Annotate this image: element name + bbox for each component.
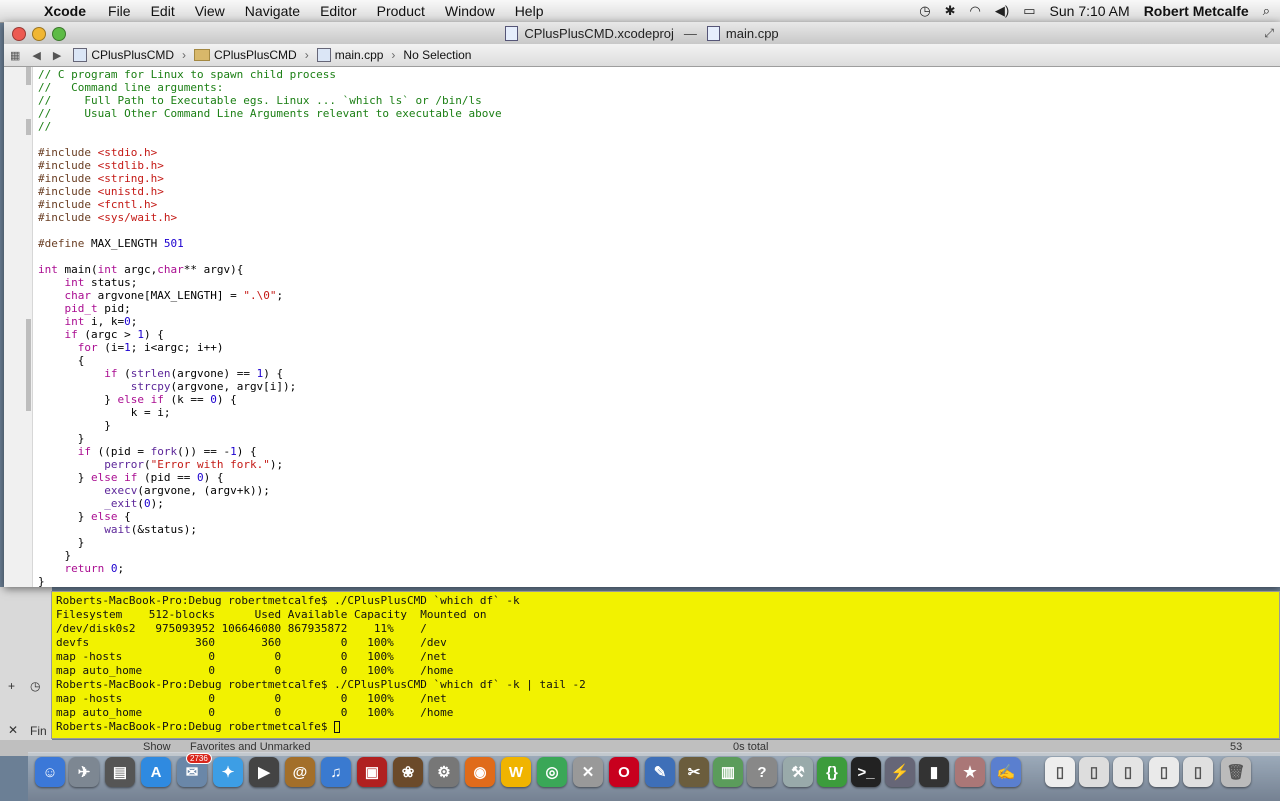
app-store-icon[interactable]: A xyxy=(141,757,171,787)
breadcrumb-group[interactable]: CPlusPlusCMD xyxy=(188,48,303,62)
breadcrumb-file[interactable]: main.cpp xyxy=(311,48,390,62)
menu-bar: Xcode File Edit View Navigate Editor Pro… xyxy=(0,0,1280,23)
utility-icon[interactable]: ⚡ xyxy=(885,757,915,787)
breadcrumb-chevron-icon: › xyxy=(182,48,187,62)
document-icon[interactable]: ▯ xyxy=(1183,757,1213,787)
brackets-icon[interactable]: {} xyxy=(817,757,847,787)
dock: ☺ ✈ ▤ A ✉ ✦ ▶ @ ♫ ▣ ❀ ⚙ ◉ W ◎ ✕ O ✎ ✂ ▥? ⚒{} >_ ⚡ ▮ ★ ✍ ▯ ▯ ▯ ▯ ▯ 🗑 2736 xyxy=(28,752,1280,801)
title-separator: — xyxy=(683,25,697,41)
zoom-window-button[interactable] xyxy=(52,27,66,41)
app-menu[interactable]: Xcode xyxy=(40,3,98,19)
preview-icon[interactable]: ▥ xyxy=(713,757,743,787)
breadcrumb-selection[interactable]: No Selection xyxy=(397,48,477,62)
safari-icon[interactable]: ✦ xyxy=(213,757,243,787)
battery-icon[interactable]: ▭ xyxy=(1023,3,1035,19)
breadcrumb-chevron-icon: › xyxy=(304,48,309,62)
photo-booth-icon[interactable]: ▣ xyxy=(357,757,387,787)
source-editor[interactable]: // C program for Linux to spawn child pr… xyxy=(38,68,502,588)
system-preferences-icon[interactable]: ⚙ xyxy=(429,757,459,787)
firefox-icon[interactable]: ◉ xyxy=(465,757,495,787)
menu-window[interactable]: Window xyxy=(435,3,505,19)
help-icon[interactable]: ? xyxy=(747,757,777,787)
terminal-icon[interactable]: >_ xyxy=(851,757,881,787)
find-label: Fin xyxy=(30,724,47,738)
related-items-icon[interactable]: ▦ xyxy=(4,49,26,62)
menu-help[interactable]: Help xyxy=(505,3,554,19)
facetime-icon[interactable]: ▶ xyxy=(249,757,279,787)
breadcrumb-project-label: CPlusPlusCMD xyxy=(91,48,175,62)
cpp-file-icon xyxy=(706,25,720,41)
fold-ribbon[interactable] xyxy=(26,119,31,135)
activity-monitor-icon[interactable]: ▤ xyxy=(105,757,135,787)
menu-navigate[interactable]: Navigate xyxy=(235,3,310,19)
mail-badge: 2736 xyxy=(186,753,212,764)
forward-arrow-icon[interactable]: ▶ xyxy=(47,49,67,62)
editor-gutter[interactable] xyxy=(4,67,33,587)
menu-view[interactable]: View xyxy=(185,3,235,19)
project-icon xyxy=(73,48,88,62)
breadcrumb-chevron-icon: › xyxy=(391,48,396,62)
trash-icon[interactable]: 🗑 xyxy=(1221,757,1251,787)
grapher-icon[interactable]: ✕ xyxy=(573,757,603,787)
xcode-window: CPlusPlusCMD.xcodeproj — main.cpp ⤢ ▦ ◀ … xyxy=(4,22,1280,588)
spotlight-search-icon[interactable]: ⌕ xyxy=(1263,3,1270,19)
fold-ribbon[interactable] xyxy=(26,319,31,411)
iphoto-icon[interactable]: ❀ xyxy=(393,757,423,787)
menubar-clock[interactable]: Sun 7:10 AM xyxy=(1050,3,1130,19)
fullscreen-icon[interactable]: ⤢ xyxy=(1264,26,1274,41)
textedit-icon[interactable]: ✍ xyxy=(991,757,1021,787)
terminal-window[interactable]: Roberts-MacBook-Pro:Debug robertmetcalfe… xyxy=(51,591,1280,739)
back-arrow-icon[interactable]: ◀ xyxy=(26,49,46,62)
document-icon[interactable]: ▯ xyxy=(1079,757,1109,787)
gimp-icon[interactable]: ✂ xyxy=(679,757,709,787)
breadcrumb-file-label: main.cpp xyxy=(334,48,384,62)
close-window-button[interactable] xyxy=(12,27,26,41)
window-title-project: CPlusPlusCMD.xcodeproj xyxy=(524,25,674,41)
folder-icon xyxy=(194,49,211,61)
address-book-icon[interactable]: @ xyxy=(285,757,315,787)
time-machine-icon[interactable]: ◷ xyxy=(919,3,930,19)
fold-ribbon[interactable] xyxy=(26,67,31,85)
plus-icon: + xyxy=(8,679,16,693)
menu-edit[interactable]: Edit xyxy=(141,3,185,19)
finder-icon[interactable]: ☺ xyxy=(35,757,65,787)
xcode-icon[interactable]: ⚒ xyxy=(783,757,813,787)
console-icon[interactable]: ▮ xyxy=(919,757,949,787)
clock-icon: ◷ xyxy=(30,679,41,693)
document-icon[interactable]: ▯ xyxy=(1149,757,1179,787)
window-titlebar: CPlusPlusCMD.xcodeproj — main.cpp ⤢ xyxy=(4,22,1280,44)
menu-product[interactable]: Product xyxy=(367,3,435,19)
menubar-user[interactable]: Robert Metcalfe xyxy=(1144,3,1249,19)
wifi-icon[interactable]: ◠ xyxy=(970,3,981,19)
terminal-cursor xyxy=(334,721,341,733)
cpp-file-icon xyxy=(316,48,331,62)
background-window: + ◷ ✕ Fin xyxy=(0,587,52,747)
launchpad-icon[interactable]: ✈ xyxy=(69,757,99,787)
breadcrumb-group-label: CPlusPlusCMD xyxy=(214,48,297,62)
bluetooth-icon[interactable]: ✱ xyxy=(945,3,956,19)
volume-icon[interactable]: ◀) xyxy=(995,3,1009,19)
terminal-output[interactable]: Roberts-MacBook-Pro:Debug robertmetcalfe… xyxy=(56,594,586,734)
chrome-icon[interactable]: ◎ xyxy=(537,757,567,787)
close-icon: ✕ xyxy=(8,723,19,737)
minimize-window-button[interactable] xyxy=(32,27,46,41)
document-icon[interactable]: ▯ xyxy=(1045,757,1075,787)
document-icon[interactable]: ▯ xyxy=(1113,757,1143,787)
breadcrumb-project[interactable]: CPlusPlusCMD xyxy=(67,48,180,62)
wunderlist-icon[interactable]: W xyxy=(501,757,531,787)
opera-icon[interactable]: O xyxy=(609,757,639,787)
window-title-file: main.cpp xyxy=(725,25,779,41)
menu-file[interactable]: File xyxy=(98,3,141,19)
jump-bar: ▦ ◀ ▶ CPlusPlusCMD › CPlusPlusCMD › main… xyxy=(4,44,1280,67)
pixelmator-icon[interactable]: ✎ xyxy=(645,757,675,787)
menu-editor[interactable]: Editor xyxy=(310,3,367,19)
imovie-icon[interactable]: ★ xyxy=(955,757,985,787)
itunes-icon[interactable]: ♫ xyxy=(321,757,351,787)
project-file-icon xyxy=(505,25,519,41)
